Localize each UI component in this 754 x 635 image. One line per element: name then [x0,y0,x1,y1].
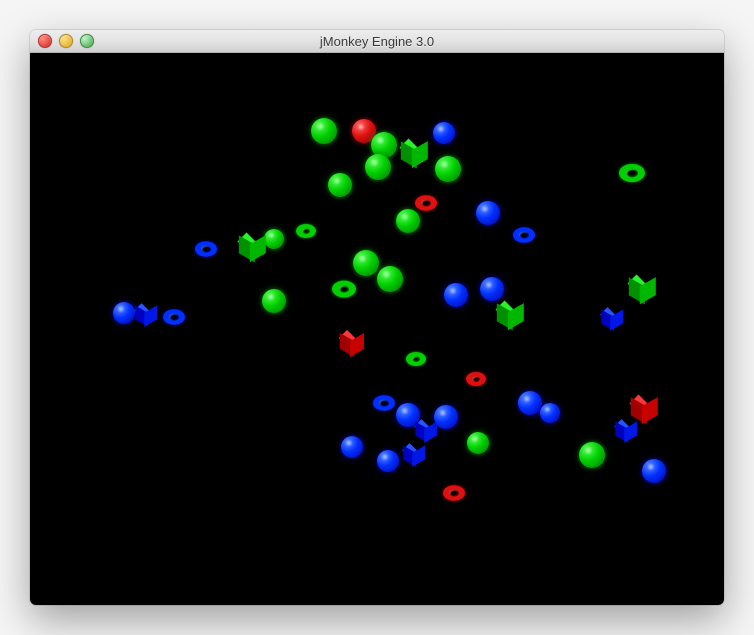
sphere-object [377,266,403,292]
sphere-object [377,450,399,472]
cube-object [135,304,157,326]
torus-object [296,224,316,238]
sphere-object [480,277,504,301]
cube-object [401,140,427,166]
window-title: jMonkey Engine 3.0 [30,34,724,49]
sphere-object [476,201,500,225]
torus-object [332,281,356,298]
cube-object [340,331,364,355]
cube-object [629,276,655,302]
cube-object [239,234,265,260]
sphere-object [264,229,284,249]
sphere-object [365,154,391,180]
titlebar[interactable]: jMonkey Engine 3.0 [30,30,724,53]
app-window: jMonkey Engine 3.0 [30,30,724,605]
torus-object [443,485,465,501]
zoom-button[interactable] [80,34,94,48]
cube-object [403,444,425,466]
sphere-object [579,442,605,468]
traffic-lights [38,34,94,48]
sphere-object [328,173,352,197]
cube-object [601,308,623,330]
torus-object [406,352,426,366]
sphere-object [444,283,468,307]
cube-object [615,420,637,442]
torus-object [195,241,217,257]
sphere-object [341,436,363,458]
sphere-object [262,289,286,313]
sphere-object [518,391,542,415]
sphere-object [435,156,461,182]
torus-object [373,395,395,411]
sphere-object [434,405,458,429]
minimize-button[interactable] [59,34,73,48]
render-viewport[interactable] [30,53,724,605]
torus-object [513,227,535,243]
sphere-object [540,403,560,423]
sphere-object [642,459,666,483]
torus-object [163,309,185,325]
torus-object [415,195,437,211]
sphere-object [113,302,135,324]
torus-object [619,164,645,182]
sphere-object [433,122,455,144]
close-button[interactable] [38,34,52,48]
cube-object [415,420,437,442]
cube-object [497,302,523,328]
sphere-object [396,209,420,233]
sphere-object [353,250,379,276]
torus-object [466,372,486,386]
sphere-object [311,118,337,144]
cube-object [631,396,657,422]
sphere-object [467,432,489,454]
